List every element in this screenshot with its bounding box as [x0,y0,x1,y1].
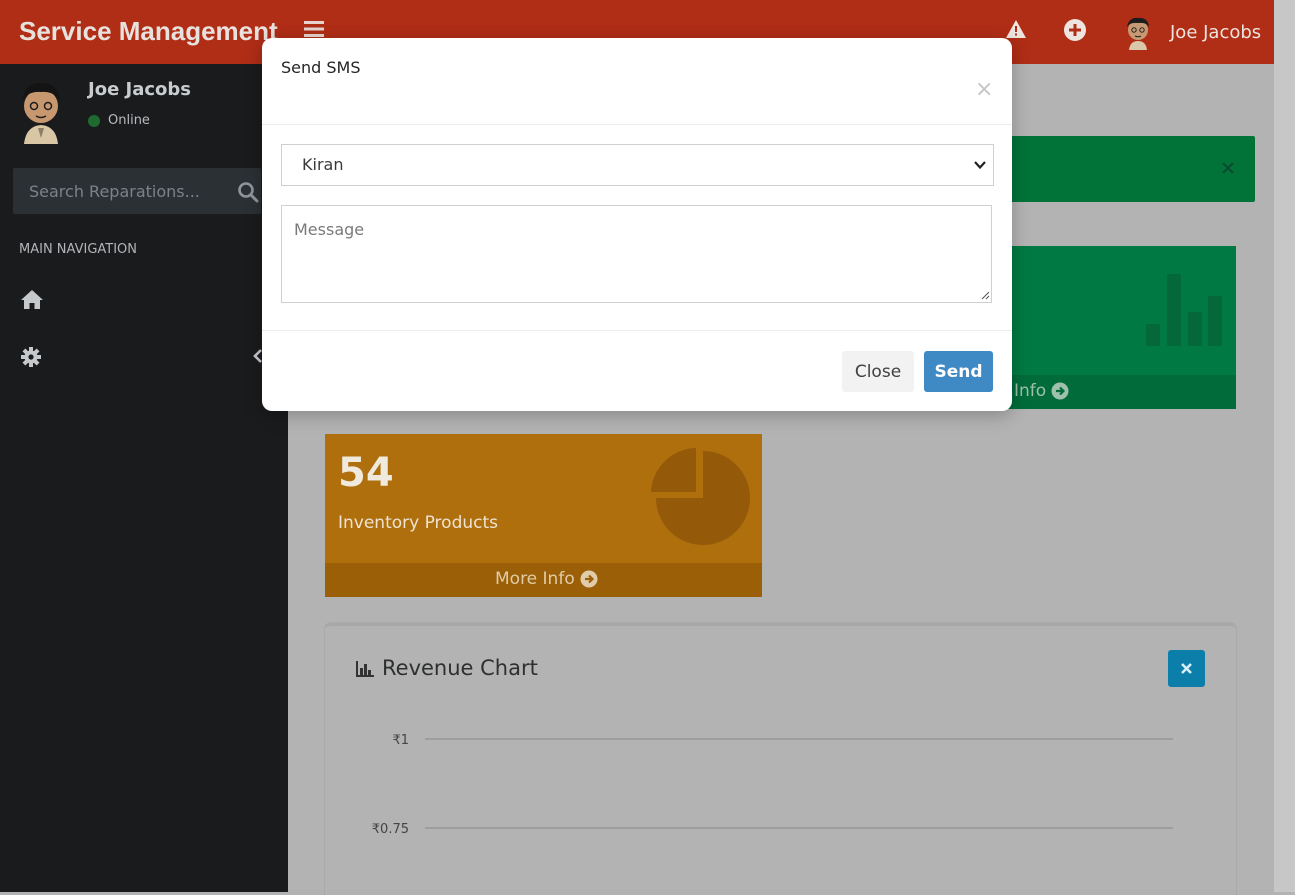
recipient-selected-value: Kiran [302,155,344,174]
resize-grip-icon[interactable] [980,290,990,300]
modal-title: Send SMS [281,58,361,77]
close-button[interactable]: Close [842,351,914,392]
modal-footer-divider [262,330,1012,331]
chevron-down-icon [974,161,986,170]
recipient-select[interactable]: Kiran [281,144,994,186]
send-button[interactable]: Send [924,351,993,392]
modal-header-divider [262,124,1012,125]
modal-close-icon[interactable]: × [975,79,993,101]
send-sms-modal: Send SMS × Kiran Message Close Send [262,38,1012,411]
message-textarea[interactable] [281,205,992,303]
